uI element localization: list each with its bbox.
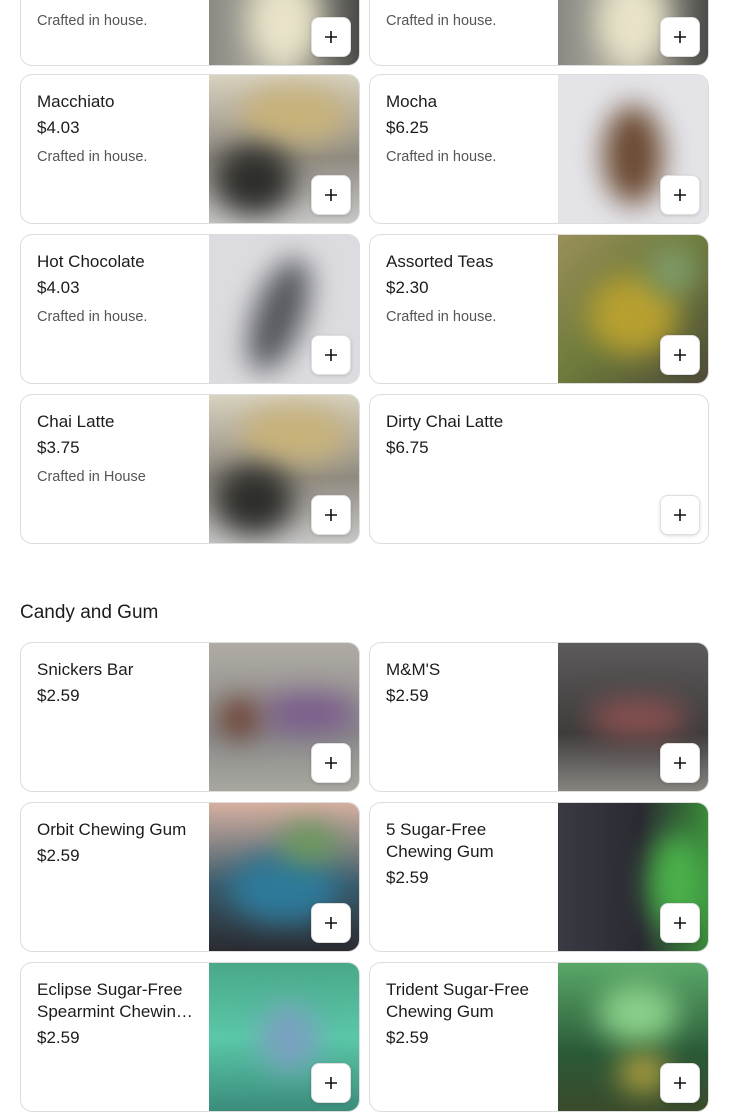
menu-item-card[interactable]: Eclipse Sugar-Free Spearmint Chewing Gum… bbox=[20, 962, 360, 1112]
plus-icon bbox=[674, 509, 686, 521]
add-to-cart-button[interactable] bbox=[660, 495, 700, 535]
menu-item-card[interactable]: Chai Latte $3.75 Crafted in House bbox=[20, 394, 360, 544]
add-to-cart-button[interactable] bbox=[660, 1063, 700, 1103]
item-name: M&M'S bbox=[386, 660, 441, 679]
plus-icon bbox=[325, 917, 337, 929]
plus-icon bbox=[325, 31, 337, 43]
plus-icon bbox=[674, 1077, 686, 1089]
item-price: $3.75 bbox=[37, 438, 80, 457]
menu-item-card[interactable]: Crafted in house. bbox=[369, 0, 709, 66]
add-to-cart-button[interactable] bbox=[311, 743, 351, 783]
plus-icon bbox=[325, 189, 337, 201]
add-to-cart-button[interactable] bbox=[311, 335, 351, 375]
item-description: Crafted in house. bbox=[386, 13, 497, 29]
add-to-cart-button[interactable] bbox=[660, 335, 700, 375]
plus-icon bbox=[325, 757, 337, 769]
item-price: $2.59 bbox=[37, 1028, 80, 1047]
add-to-cart-button[interactable] bbox=[660, 17, 700, 57]
item-name: Assorted Teas bbox=[386, 252, 494, 271]
item-description: Crafted in house. bbox=[37, 149, 148, 165]
item-name: Trident Sugar-Free Chewing Gum bbox=[386, 980, 529, 1021]
item-name: Orbit Chewing Gum bbox=[37, 820, 187, 839]
add-to-cart-button[interactable] bbox=[311, 17, 351, 57]
plus-icon bbox=[325, 1077, 337, 1089]
item-price: $2.59 bbox=[386, 1028, 429, 1047]
item-description: Crafted in house. bbox=[37, 309, 148, 325]
item-price: $6.25 bbox=[386, 118, 429, 137]
item-price: $4.03 bbox=[37, 278, 80, 297]
menu-item-card[interactable]: Hot Chocolate $4.03 Crafted in house. bbox=[20, 234, 360, 384]
add-to-cart-button[interactable] bbox=[311, 903, 351, 943]
add-to-cart-button[interactable] bbox=[311, 1063, 351, 1103]
plus-icon bbox=[674, 757, 686, 769]
item-description: Crafted in house. bbox=[386, 149, 497, 165]
plus-icon bbox=[674, 189, 686, 201]
item-name: Eclipse Sugar-Free Spearmint Chewing Gum bbox=[37, 980, 186, 1021]
add-to-cart-button[interactable] bbox=[660, 175, 700, 215]
plus-icon bbox=[674, 349, 686, 361]
item-description: Crafted in house. bbox=[37, 13, 148, 29]
add-to-cart-button[interactable] bbox=[660, 743, 700, 783]
item-price: $2.59 bbox=[37, 846, 80, 865]
item-price: $2.59 bbox=[386, 868, 429, 887]
menu-item-card[interactable]: Mocha $6.25 Crafted in house. bbox=[369, 74, 709, 224]
item-description: Crafted in house. bbox=[386, 309, 497, 325]
menu-item-card[interactable]: M&M'S $2.59 bbox=[369, 642, 709, 792]
item-name: Macchiato bbox=[37, 92, 115, 111]
menu-item-card[interactable]: Macchiato $4.03 Crafted in house. bbox=[20, 74, 360, 224]
add-to-cart-button[interactable] bbox=[660, 903, 700, 943]
menu-item-card[interactable]: Trident Sugar-Free Chewing Gum $2.59 bbox=[369, 962, 709, 1112]
menu-item-card[interactable]: Crafted in house. bbox=[20, 0, 360, 66]
item-name: Dirty Chai Latte bbox=[386, 412, 504, 431]
item-name: Mocha bbox=[386, 92, 438, 111]
menu-item-card[interactable]: 5 Sugar-Free Chewing Gum $2.59 bbox=[369, 802, 709, 952]
menu-item-card[interactable]: Orbit Chewing Gum $2.59 bbox=[20, 802, 360, 952]
item-name: 5 Sugar-Free Chewing Gum bbox=[386, 820, 494, 861]
plus-icon bbox=[674, 31, 686, 43]
plus-icon bbox=[325, 349, 337, 361]
item-name: Chai Latte bbox=[37, 412, 115, 431]
menu-item-card[interactable]: Dirty Chai Latte $6.75 bbox=[369, 394, 709, 544]
add-to-cart-button[interactable] bbox=[311, 495, 351, 535]
plus-icon bbox=[325, 509, 337, 521]
section-title: Candy and Gum bbox=[20, 602, 159, 623]
item-price: $2.59 bbox=[37, 686, 80, 705]
plus-icon bbox=[674, 917, 686, 929]
item-price: $2.59 bbox=[386, 686, 429, 705]
item-price: $2.30 bbox=[386, 278, 429, 297]
item-price: $4.03 bbox=[37, 118, 80, 137]
menu-item-card[interactable]: Assorted Teas $2.30 Crafted in house. bbox=[369, 234, 709, 384]
item-name: Snickers Bar bbox=[37, 660, 134, 679]
item-price: $6.75 bbox=[386, 438, 429, 457]
item-description: Crafted in House bbox=[37, 469, 146, 485]
add-to-cart-button[interactable] bbox=[311, 175, 351, 215]
item-name: Hot Chocolate bbox=[37, 252, 145, 271]
menu-item-card[interactable]: Snickers Bar $2.59 bbox=[20, 642, 360, 792]
